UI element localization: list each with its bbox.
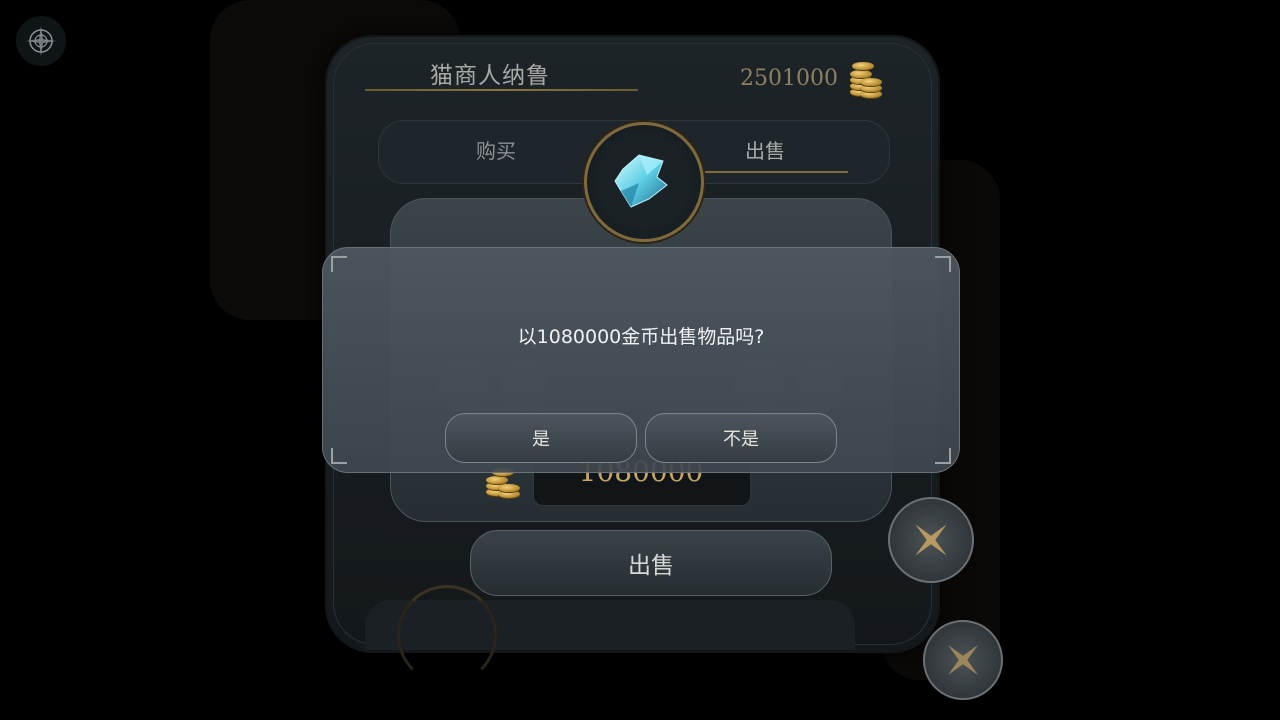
dialog-corner-ornament xyxy=(935,448,951,464)
compass-icon xyxy=(26,26,56,56)
dialog-message: 以1080000金币出售物品吗? xyxy=(517,326,765,348)
panel-ornament xyxy=(397,585,497,685)
close-x-icon xyxy=(915,524,947,556)
no-button[interactable]: 不是 xyxy=(645,413,837,463)
close-x-icon xyxy=(948,645,978,675)
sell-button-label: 出售 xyxy=(628,553,674,579)
crystal-item-icon xyxy=(614,154,668,208)
sell-button[interactable]: 出售 xyxy=(470,530,832,596)
gold-amount: 2501000 xyxy=(740,66,838,91)
title-underline xyxy=(365,89,638,91)
no-button-label: 不是 xyxy=(723,429,759,450)
dialog-corner-ornament xyxy=(331,448,347,464)
confirm-dialog: 以1080000金币出售物品吗? 是 不是 xyxy=(322,247,960,473)
secondary-close-button[interactable] xyxy=(923,620,1003,700)
tab-buy[interactable]: 购买 xyxy=(476,135,516,164)
dialog-corner-ornament xyxy=(331,256,347,272)
merchant-name: 猫商人纳鲁 xyxy=(430,63,550,89)
tab-sell[interactable]: 出售 xyxy=(745,135,785,164)
active-tab-indicator xyxy=(680,171,848,173)
yes-button-label: 是 xyxy=(532,429,550,450)
close-button[interactable] xyxy=(888,497,974,583)
coin-stack-icon xyxy=(848,58,884,100)
item-portrait xyxy=(584,122,704,242)
compass-button[interactable] xyxy=(16,16,66,66)
dialog-corner-ornament xyxy=(935,256,951,272)
yes-button[interactable]: 是 xyxy=(445,413,637,463)
